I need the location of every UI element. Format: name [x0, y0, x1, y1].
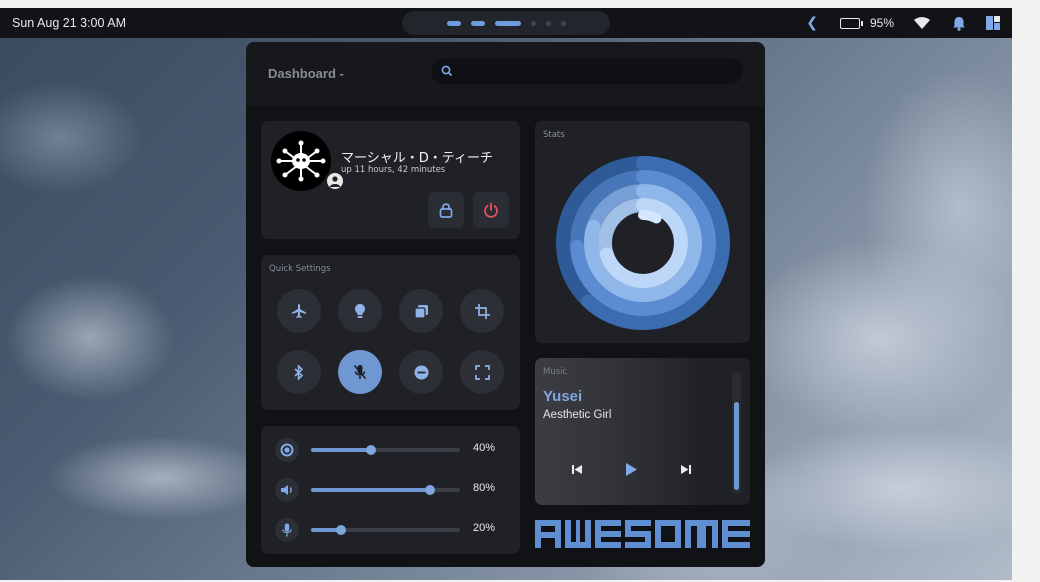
quick-settings-card: Quick Settings — [261, 255, 520, 410]
night-light-button[interactable] — [338, 289, 382, 333]
music-label: Music — [543, 367, 568, 377]
power-button[interactable] — [473, 192, 509, 228]
previous-icon[interactable] — [571, 464, 583, 475]
workspace-2[interactable] — [470, 20, 485, 26]
minus-circle-icon — [414, 365, 428, 379]
volume-icon — [275, 478, 299, 502]
system-tray: ❮ 95% — [806, 8, 1000, 38]
profile-card: マーシャル・D・ティーチ up 11 hours, 42 minutes — [261, 121, 520, 239]
microphone-mute-button[interactable] — [338, 350, 382, 394]
music-volume-fill — [734, 402, 739, 490]
microphone-handle[interactable] — [335, 525, 346, 535]
window-switcher-button[interactable] — [399, 289, 443, 333]
volume-fill — [311, 488, 431, 492]
microphone-slider[interactable]: 20% — [275, 518, 510, 542]
battery-icon[interactable] — [839, 17, 863, 29]
brightness-value: 40% — [473, 442, 496, 454]
bluetooth-icon — [294, 364, 304, 380]
jolly-roger-icon — [276, 140, 326, 182]
workspace-4[interactable] — [530, 20, 536, 26]
search-input[interactable] — [431, 58, 743, 84]
stats-label: Stats — [543, 130, 565, 140]
fullscreen-button[interactable] — [460, 350, 504, 394]
lightbulb-icon — [355, 304, 365, 318]
workspace-indicator[interactable] — [402, 11, 610, 35]
brightness-track[interactable] — [311, 445, 460, 455]
airplane-mode-button[interactable] — [277, 289, 321, 333]
airplane-icon — [292, 304, 306, 318]
screenshot-crop-button[interactable] — [460, 289, 504, 333]
brightness-handle[interactable] — [365, 445, 376, 455]
stats-ring-center — [623, 223, 663, 263]
dashboard-title[interactable]: Dashboard - — [268, 66, 344, 81]
chevron-left-icon[interactable]: ❮ — [806, 15, 818, 31]
mic-icon — [275, 518, 299, 542]
volume-slider[interactable]: 80% — [275, 478, 510, 502]
do-not-disturb-button[interactable] — [399, 350, 443, 394]
workspace-5[interactable] — [545, 20, 551, 26]
uptime-label: up 11 hours, 42 minutes — [341, 165, 446, 175]
volume-value: 80% — [473, 482, 496, 494]
mic-off-icon — [353, 364, 367, 380]
workspace-1[interactable] — [446, 20, 461, 26]
power-icon — [484, 202, 498, 218]
microphone-value: 20% — [473, 522, 496, 534]
bell-icon[interactable] — [952, 16, 966, 31]
brightness-slider[interactable]: 40% — [275, 438, 510, 462]
awesome-logo — [535, 520, 750, 548]
volume-handle[interactable] — [425, 485, 436, 495]
bluetooth-button[interactable] — [277, 350, 321, 394]
copy-icon — [413, 304, 428, 319]
quick-settings-label: Quick Settings — [269, 264, 331, 274]
volume-track[interactable] — [311, 485, 460, 495]
battery-percent: 95% — [869, 16, 894, 30]
avatar — [271, 131, 331, 191]
crop-icon — [474, 303, 490, 319]
wifi-icon[interactable] — [914, 16, 930, 30]
play-icon[interactable] — [624, 462, 638, 477]
profile-name: マーシャル・D・ティーチ — [341, 151, 493, 166]
workspace-3[interactable] — [494, 20, 521, 26]
microphone-track[interactable] — [311, 525, 460, 535]
layout-icon[interactable] — [986, 16, 1000, 30]
song-title: Yusei — [543, 388, 583, 405]
song-artist: Aesthetic Girl — [543, 409, 612, 421]
desktop: Sun Aug 21 3:00 AM ❮ 95% Dashboard - マーシ… — [0, 8, 1012, 580]
stats-rings — [556, 156, 730, 330]
music-player-card: Music Yusei Aesthetic Girl — [535, 358, 750, 505]
clock[interactable]: Sun Aug 21 3:00 AM — [12, 16, 126, 30]
workspace-6[interactable] — [560, 20, 566, 26]
music-volume-bar[interactable] — [732, 372, 741, 494]
top-bar: Sun Aug 21 3:00 AM ❮ 95% — [0, 8, 1012, 38]
brightness-icon — [275, 438, 299, 462]
stats-card: Stats — [535, 121, 750, 343]
search-icon — [441, 65, 453, 77]
next-icon[interactable] — [680, 464, 692, 475]
brightness-fill — [311, 448, 371, 452]
dashboard-panel: Dashboard - マーシャル・D・ティーチ up 11 hours, 42… — [246, 42, 765, 567]
fullscreen-icon — [474, 364, 490, 380]
lock-icon — [439, 203, 453, 218]
dashboard-body: マーシャル・D・ティーチ up 11 hours, 42 minutes Qui… — [246, 106, 765, 567]
lock-button[interactable] — [428, 192, 464, 228]
sliders-card: 40% 80% 20% — [261, 426, 520, 554]
